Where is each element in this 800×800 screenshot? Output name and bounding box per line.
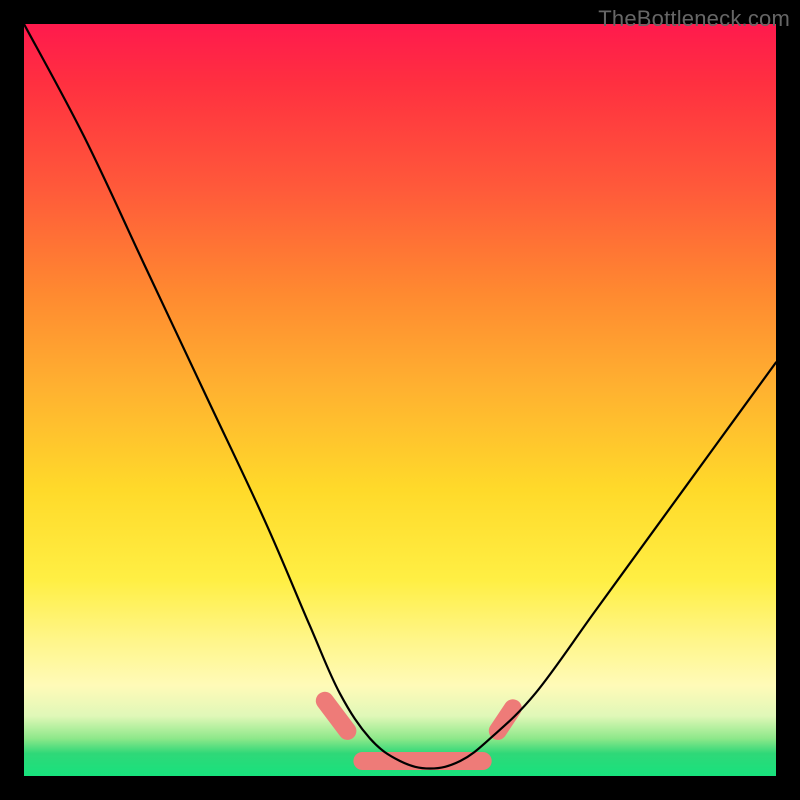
plot-svg — [24, 24, 776, 776]
bottleneck-curve — [24, 24, 776, 769]
band-segment-left — [325, 701, 348, 731]
chart-canvas — [24, 24, 776, 776]
watermark-text: TheBottleneck.com — [598, 6, 790, 32]
highlight-band — [325, 701, 513, 761]
